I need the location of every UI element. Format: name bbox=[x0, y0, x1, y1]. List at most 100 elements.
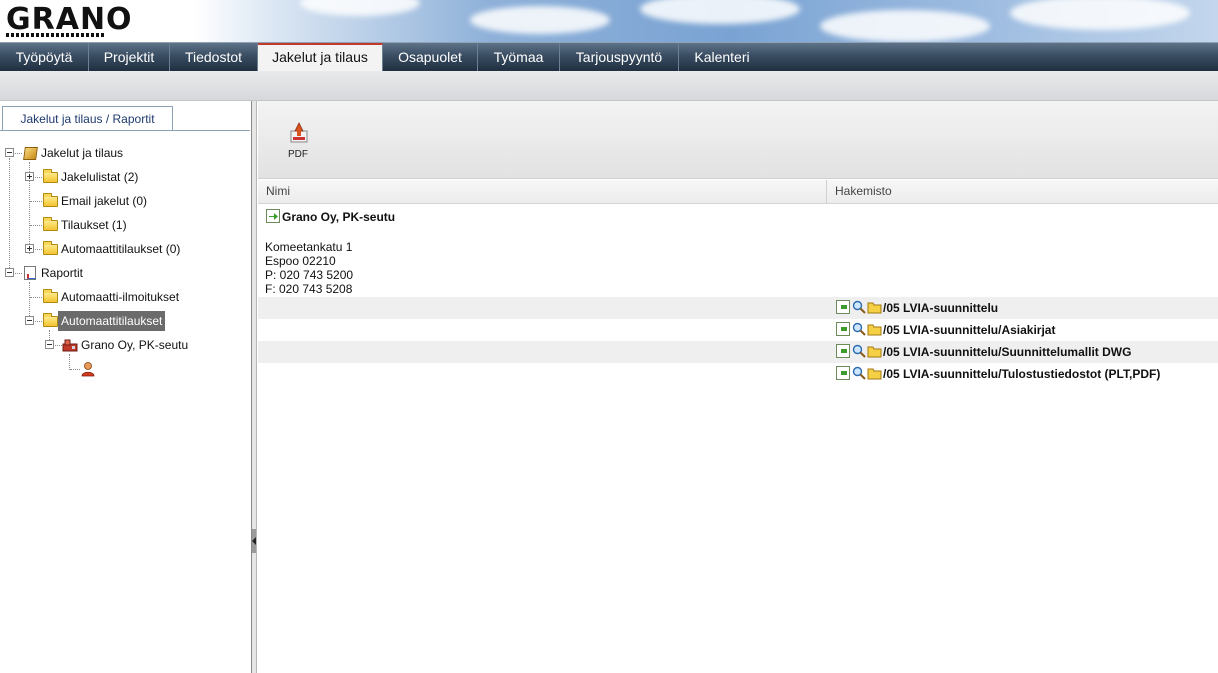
collapse-toggle[interactable] bbox=[45, 340, 54, 349]
search-icon[interactable] bbox=[852, 344, 866, 358]
folder-icon bbox=[43, 241, 58, 255]
tree-item-label: Grano Oy, PK-seutu bbox=[81, 338, 189, 352]
table-row[interactable]: /05 LVIA-suunnittelu/Tulostustiedostot (… bbox=[258, 363, 1218, 385]
tree-item-label: Automaatti-ilmoitukset bbox=[61, 290, 180, 304]
collapse-left-arrow-icon[interactable] bbox=[252, 537, 256, 545]
expand-toggle[interactable] bbox=[25, 244, 34, 253]
table-row[interactable]: /05 LVIA-suunnittelu/Suunnittelumallit D… bbox=[258, 341, 1218, 363]
cloud-decoration bbox=[470, 6, 610, 34]
collapse-toggle[interactable] bbox=[5, 148, 14, 157]
export-doc-icon[interactable] bbox=[836, 344, 850, 358]
folder-icon[interactable] bbox=[867, 344, 882, 358]
table-row[interactable]: /05 LVIA-suunnittelu bbox=[258, 297, 1218, 319]
search-icon[interactable] bbox=[852, 300, 866, 314]
navigation-tree-pane: Jakelut ja tilaus / Raportit Jakelut ja … bbox=[0, 101, 252, 673]
tree-item-email-jakelut[interactable]: Email jakelut (0) bbox=[0, 191, 250, 211]
folder-icon[interactable] bbox=[867, 322, 882, 336]
collapse-toggle[interactable] bbox=[25, 316, 34, 325]
company-name[interactable]: Grano Oy, PK-seutu bbox=[282, 210, 395, 224]
tree-item-automaatti-ilmoitukset[interactable]: Automaatti-ilmoitukset bbox=[0, 287, 250, 307]
tree-item-label: Automaattitilaukset (0) bbox=[61, 242, 181, 256]
tab-kalenteri[interactable]: Kalenteri bbox=[679, 43, 765, 71]
tree-line bbox=[15, 273, 22, 274]
tree-line bbox=[30, 225, 42, 226]
tab-tyomaa[interactable]: Työmaa bbox=[478, 43, 560, 71]
report-icon bbox=[24, 266, 36, 280]
tree-item-jakelut-ja-tilaus[interactable]: Jakelut ja tilaus bbox=[0, 143, 250, 163]
folder-icon bbox=[43, 313, 58, 327]
export-doc-icon[interactable] bbox=[836, 366, 850, 380]
expand-toggle[interactable] bbox=[25, 172, 34, 181]
tree-line bbox=[35, 177, 42, 178]
company-icon bbox=[62, 339, 78, 352]
tree-item-jakelulistat[interactable]: Jakelulistat (2) bbox=[0, 167, 250, 187]
tree-item-label: Email jakelut (0) bbox=[61, 194, 148, 208]
tree-line bbox=[30, 201, 42, 202]
tab-projektit[interactable]: Projektit bbox=[89, 43, 170, 71]
export-doc-icon[interactable] bbox=[836, 300, 850, 314]
cloud-decoration bbox=[1010, 0, 1190, 30]
company-city: Espoo 02210 bbox=[265, 254, 336, 268]
company-fax: F: 020 743 5208 bbox=[265, 282, 353, 296]
breadcrumb-divider bbox=[0, 130, 250, 131]
folder-icon bbox=[43, 169, 58, 183]
tab-tiedostot[interactable]: Tiedostot bbox=[170, 43, 258, 71]
tree-line bbox=[70, 369, 80, 370]
column-header-hakemisto[interactable]: Hakemisto bbox=[827, 180, 1218, 204]
tab-osapuolet[interactable]: Osapuolet bbox=[383, 43, 478, 71]
pdf-button-label: PDF bbox=[288, 149, 308, 160]
directory-path[interactable]: /05 LVIA-suunnittelu bbox=[883, 300, 998, 316]
folder-icon bbox=[43, 217, 58, 231]
tree-item-company[interactable]: Grano Oy, PK-seutu bbox=[0, 335, 250, 355]
tree-item-automaattitilaukset-count[interactable]: Automaattitilaukset (0) bbox=[0, 239, 250, 259]
company-street: Komeetankatu 1 bbox=[265, 240, 353, 254]
tree-item-label: Automaattitilaukset bbox=[58, 311, 166, 331]
grano-logo[interactable]: GRANO bbox=[6, 3, 133, 37]
folder-icon[interactable] bbox=[867, 300, 882, 314]
company-record: Grano Oy, PK-seutu Komeetankatu 1 Espoo … bbox=[258, 204, 1218, 297]
tab-tarjouspyynto[interactable]: Tarjouspyyntö bbox=[560, 43, 679, 71]
grid-header: Nimi Hakemisto bbox=[258, 180, 1218, 204]
cloud-decoration bbox=[820, 10, 990, 42]
tree-item-raportit[interactable]: Raportit bbox=[0, 263, 250, 283]
tree-item-label: Tilaukset (1) bbox=[61, 218, 127, 232]
tree-item-automaattitilaukset-selected[interactable]: Automaattitilaukset bbox=[0, 311, 250, 331]
breadcrumb-tab[interactable]: Jakelut ja tilaus / Raportit bbox=[2, 106, 173, 131]
tree-line bbox=[15, 153, 22, 154]
tree-item-label: Jakelulistat (2) bbox=[61, 170, 139, 184]
search-icon[interactable] bbox=[852, 322, 866, 336]
folder-icon bbox=[43, 193, 58, 207]
export-doc-icon[interactable] bbox=[266, 209, 280, 223]
person-icon bbox=[81, 362, 95, 377]
tree-item-tilaukset[interactable]: Tilaukset (1) bbox=[0, 215, 250, 235]
content-pane: PDF Nimi Hakemisto Grano Oy, PK-seutu Ko… bbox=[258, 101, 1218, 673]
pdf-export-button[interactable]: PDF bbox=[280, 119, 316, 165]
directory-path[interactable]: /05 LVIA-suunnittelu/Asiakirjat bbox=[883, 322, 1055, 338]
tab-tyopoyta[interactable]: Työpöytä bbox=[0, 43, 89, 71]
report-toolbar: PDF bbox=[258, 101, 1218, 179]
cloud-decoration bbox=[300, 0, 420, 16]
directory-path[interactable]: /05 LVIA-suunnittelu/Suunnittelumallit D… bbox=[883, 344, 1131, 360]
pane-splitter[interactable] bbox=[252, 101, 257, 673]
column-header-nimi[interactable]: Nimi bbox=[258, 180, 826, 204]
company-phone: P: 020 743 5200 bbox=[265, 268, 354, 282]
export-doc-icon[interactable] bbox=[836, 322, 850, 336]
tab-jakelut-ja-tilaus[interactable]: Jakelut ja tilaus bbox=[258, 43, 383, 72]
package-icon bbox=[23, 147, 38, 160]
tree-item-person[interactable] bbox=[0, 359, 250, 379]
cloud-decoration bbox=[640, 0, 800, 24]
search-icon[interactable] bbox=[852, 366, 866, 380]
header-banner: GRANO bbox=[0, 0, 1218, 42]
logo-underline bbox=[6, 33, 104, 37]
tree-item-label: Raportit bbox=[41, 266, 84, 280]
tree-line bbox=[35, 321, 42, 322]
folder-icon[interactable] bbox=[867, 366, 882, 380]
collapse-toggle[interactable] bbox=[5, 268, 14, 277]
tree-line bbox=[35, 249, 42, 250]
folder-icon bbox=[43, 289, 58, 303]
table-row[interactable]: /05 LVIA-suunnittelu/Asiakirjat bbox=[258, 319, 1218, 341]
sub-toolbar bbox=[0, 71, 1218, 101]
directory-path[interactable]: /05 LVIA-suunnittelu/Tulostustiedostot (… bbox=[883, 366, 1160, 382]
main-nav-tabs: Työpöytä Projektit Tiedostot Jakelut ja … bbox=[0, 42, 1218, 72]
pdf-export-icon bbox=[290, 122, 308, 143]
